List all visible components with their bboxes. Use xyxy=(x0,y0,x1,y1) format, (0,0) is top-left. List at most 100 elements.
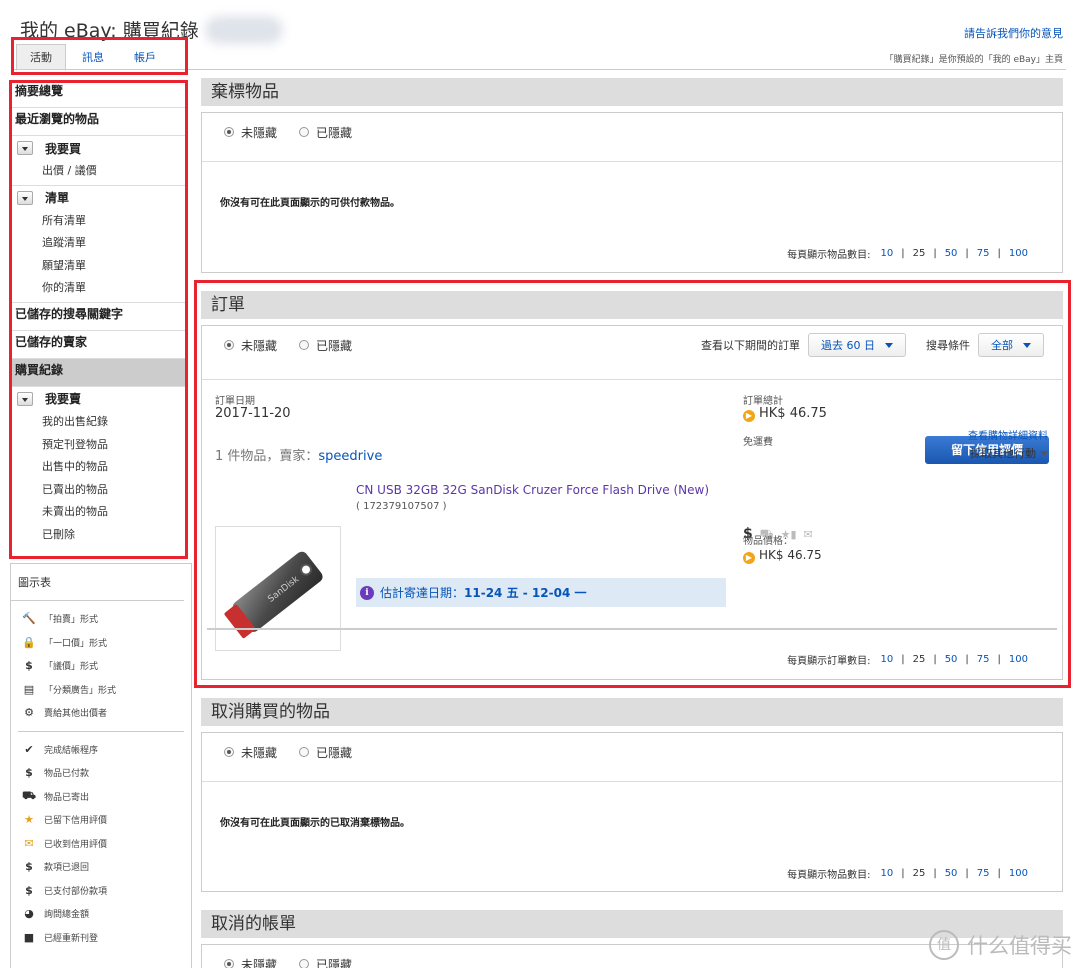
sidebar-item-sold[interactable]: 已賣出的物品 xyxy=(12,479,186,502)
page-size-option[interactable]: 10 xyxy=(880,868,893,879)
sidebar-item-sold-history[interactable]: 我的出售紀錄 xyxy=(12,411,186,434)
won-section-panel: 未隱藏 已隱藏 你沒有可在此頁面顯示的可供付款物品。 每頁顯示物品數目: 10 | 2… xyxy=(201,112,1063,273)
per-page-label: 每頁顯示物品數目: xyxy=(787,870,871,881)
page-size-option[interactable]: 75 xyxy=(977,868,990,879)
more-actions-menu[interactable]: 採取其他行動 xyxy=(970,445,1048,461)
dollar-tag-icon: $ xyxy=(25,659,33,673)
chevron-down-icon xyxy=(885,342,893,348)
radio-unhidden[interactable] xyxy=(224,340,234,350)
radio-unhidden[interactable] xyxy=(224,127,234,137)
item-price-label: 物品價格： xyxy=(743,536,793,547)
estimated-delivery: i 估計寄達日期： 11-24 五 - 12-04 一 xyxy=(356,578,726,607)
pager-separator: | xyxy=(965,248,969,259)
sidebar-item-summary[interactable]: 摘要總覽 xyxy=(12,80,186,108)
page-size-option[interactable]: 75 xyxy=(977,248,990,259)
sidebar-item-deleted[interactable]: 已刪除 xyxy=(12,524,186,547)
legend-row: ▤ 「分類廣告」形式 xyxy=(11,678,191,702)
page-size-option[interactable]: 10 xyxy=(880,248,893,259)
chevron-down-icon xyxy=(1040,450,1048,456)
tabs-divider xyxy=(12,69,1066,70)
tab-account[interactable]: 帳戶 xyxy=(120,44,170,71)
collapse-icon[interactable] xyxy=(17,141,33,155)
refund-icon: $ xyxy=(25,860,33,874)
search-filter-dropdown[interactable]: 全部 xyxy=(978,333,1044,357)
radio-hidden[interactable] xyxy=(299,340,310,350)
sidebar-item-active-selling[interactable]: 出售中的物品 xyxy=(12,456,186,479)
pager-separator: | xyxy=(933,868,937,879)
site-watermark: 值 什么值得买 xyxy=(929,930,1072,960)
sidebar-group-lists: 清單 所有清單 追蹤清單 願望清單 你的清單 xyxy=(12,186,186,303)
page-size-option: 25 xyxy=(912,248,926,259)
sidebar-item-scheduled[interactable]: 預定刊登物品 xyxy=(12,434,186,457)
legend-label: 「分類廣告」形式 xyxy=(44,685,117,696)
view-order-details-link[interactable]: 查看購物詳細資料 xyxy=(968,427,1048,442)
check-icon: ✔ xyxy=(24,742,34,756)
collapse-icon[interactable] xyxy=(17,190,33,205)
period-value: 過去 60 日 xyxy=(821,339,875,352)
legend-row: ✉ 已收到信用評價 xyxy=(11,832,191,856)
sidebar-item-saved-searches[interactable]: 已儲存的搜尋關鍵字 xyxy=(12,303,186,331)
page-size-option[interactable]: 50 xyxy=(945,868,958,879)
flash-drive-image: SanDisk xyxy=(224,551,323,639)
radio-hidden[interactable] xyxy=(299,127,310,137)
sidebar-item-recently-viewed[interactable]: 最近瀏覽的物品 xyxy=(12,108,186,136)
legend-row: $ 「議價」形式 xyxy=(11,654,191,678)
legend-title: 圖示表 xyxy=(11,564,184,601)
page-size-option[interactable]: 100 xyxy=(1009,868,1028,879)
feedback-received-icon: ✉ xyxy=(24,836,34,850)
page-size-option[interactable]: 50 xyxy=(945,654,958,665)
username-redacted xyxy=(205,16,283,44)
sidebar-item-your-lists[interactable]: 你的清單 xyxy=(12,277,186,300)
sidebar-item-unsold[interactable]: 未賣出的物品 xyxy=(12,501,186,524)
legend-row: ■ 已經重新刊登 xyxy=(11,926,191,950)
page-size-option[interactable]: 100 xyxy=(1009,654,1028,665)
page-size-option[interactable]: 50 xyxy=(945,248,958,259)
radio-unhidden[interactable] xyxy=(224,747,234,757)
tab-messages[interactable]: 訊息 xyxy=(68,44,118,71)
legend-label: 「拍賣」形式 xyxy=(44,615,99,626)
classified-icon: ▤ xyxy=(23,682,35,696)
icon-legend: 圖示表 🔨 「拍賣」形式 🔒 「一口價」形式 $ 「議價」形式 ▤ 「分類廣告」形式 ⚙ 賣給其他… xyxy=(10,563,192,968)
item-thumbnail[interactable]: SanDisk xyxy=(215,526,341,651)
radio-unhidden[interactable] xyxy=(224,959,234,968)
sidebar-group-sell-title[interactable]: 我要賣 xyxy=(12,387,186,411)
radio-label: 未隱藏 xyxy=(241,957,278,968)
sidebar-item-purchase-history[interactable]: 購買紀錄 xyxy=(12,358,186,387)
legend-row: $ 物品已付款 xyxy=(11,761,191,785)
sidebar-item-wish-list[interactable]: 願望清單 xyxy=(12,255,186,278)
sidebar-item-bids-offers[interactable]: 出價 / 議價 xyxy=(12,160,186,183)
sidebar-group-buy-title[interactable]: 我要買 xyxy=(12,136,186,160)
sidebar-group-lists-title[interactable]: 清單 xyxy=(12,186,186,210)
sidebar-item-all-lists[interactable]: 所有清單 xyxy=(12,210,186,233)
delivery-range: 11-24 五 - 12-04 一 xyxy=(464,586,587,600)
visibility-filter: 未隱藏 已隱藏 xyxy=(202,113,1062,151)
collapse-icon[interactable] xyxy=(17,391,33,406)
legend-row: 🔒 「一口價」形式 xyxy=(11,631,191,655)
dollar-icon: $ xyxy=(25,766,33,780)
won-section-title: 棄標物品 xyxy=(201,78,1063,106)
legend-label: 已收到信用評價 xyxy=(44,839,108,850)
radio-label: 已隱藏 xyxy=(316,745,353,760)
more-actions-label: 採取其他行動 xyxy=(970,447,1036,460)
seller-link[interactable]: speedrive xyxy=(318,449,382,464)
page-size-option[interactable]: 100 xyxy=(1009,248,1028,259)
partial-payment-icon: $ xyxy=(25,883,33,897)
page-size-option[interactable]: 75 xyxy=(977,654,990,665)
legend-label: 已留下信用評價 xyxy=(44,816,108,827)
sidebar-group-label: 清單 xyxy=(45,191,70,206)
item-price-value: HK$ 46.75 xyxy=(759,548,822,562)
period-dropdown[interactable]: 過去 60 日 xyxy=(808,333,906,357)
legend-row: $ 款項已退回 xyxy=(11,855,191,879)
orders-section-panel: 未隱藏 已隱藏 查看以下期間的訂單 過去 60 日 搜尋條件 全部 訂單日期 2… xyxy=(201,325,1063,680)
order-date-label: 訂單日期 xyxy=(215,396,255,407)
feedback-link[interactable]: 請告訴我們你的意見 xyxy=(964,25,1063,41)
sidebar-item-watch-list[interactable]: 追蹤清單 xyxy=(12,232,186,255)
top-tabs: 活動 訊息 帳戶 xyxy=(16,44,172,71)
item-title-link[interactable]: CN USB 32GB 32G SanDisk Cruzer Force Fla… xyxy=(356,483,709,497)
radio-hidden[interactable] xyxy=(299,959,310,968)
tab-activity[interactable]: 活動 xyxy=(16,44,66,71)
gavel-icon: 🔨 xyxy=(22,612,36,626)
sidebar-item-saved-sellers[interactable]: 已儲存的賣家 xyxy=(12,331,186,359)
radio-hidden[interactable] xyxy=(299,747,310,757)
page-size-option[interactable]: 10 xyxy=(880,654,893,665)
